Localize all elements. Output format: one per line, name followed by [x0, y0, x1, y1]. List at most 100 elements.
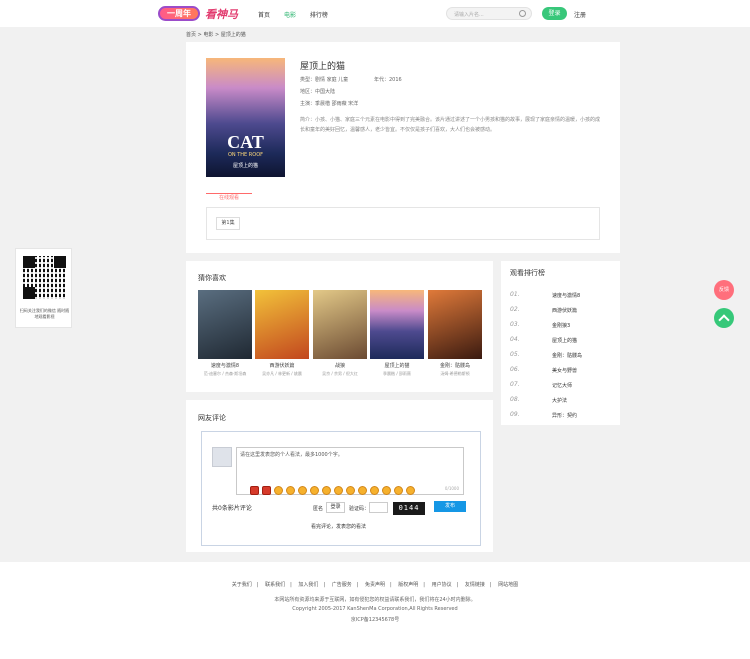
emoji-icon[interactable]	[406, 486, 415, 495]
poster-subtitle-cn: 屋顶上的猫	[232, 163, 258, 169]
movie-actors: 主演：季晨楷 邵雨薇 宋洋	[300, 101, 359, 107]
rank-number: 03.	[510, 321, 520, 328]
guess-item-name[interactable]: 西游伏妖篇	[255, 362, 309, 369]
tab-online-play[interactable]: 在线观看	[206, 193, 252, 202]
poster-subtitle: ON THE ROOF	[227, 152, 264, 158]
rank-name[interactable]: 大护法	[552, 397, 567, 404]
emoji-icon[interactable]	[334, 486, 343, 495]
rank-item[interactable]: 06. 美女与野兽	[510, 366, 610, 381]
footer-link[interactable]: 版权声明	[398, 582, 418, 588]
emoji-icon[interactable]	[346, 486, 355, 495]
rank-title: 观看排行榜	[510, 269, 545, 277]
footer-copyright: Copyright 2005-2017 KanShenMa Corporatio…	[292, 606, 458, 612]
footer-link[interactable]: 用户协议	[432, 582, 452, 588]
comment-placeholder: 请在这里发表您的个人看法，最多1000个字。	[240, 452, 343, 458]
qr-code-finder	[23, 256, 66, 299]
submit-comment-button[interactable]: 发布	[434, 501, 466, 512]
guess-item-name[interactable]: 速度与激情8	[198, 362, 252, 369]
rank-name[interactable]: 屋顶上的猫	[552, 337, 577, 344]
search-icon[interactable]	[519, 10, 526, 17]
emoji-icon[interactable]	[394, 486, 403, 495]
footer-disclaimer: 本网站所有资源均来源于互联网，如有侵犯您的权益请联系我们，我们将在24小时内删除…	[274, 597, 476, 603]
rank-item[interactable]: 07. 记忆大师	[510, 381, 610, 396]
emoji-icon[interactable]	[262, 486, 271, 495]
guess-item[interactable]: 速度与激情8 范·迪塞尔 / 杰森·斯坦森	[198, 290, 252, 377]
guess-item-name[interactable]: 金刚：骷髅岛	[428, 362, 482, 369]
feedback-button[interactable]: 反馈	[714, 280, 734, 300]
emoji-icon[interactable]	[286, 486, 295, 495]
footer-links: 关于我们 | 联系我们 | 加入我们 | 广告服务 | 免责声明 | 版权声明 | 用户协议…	[231, 582, 519, 588]
rank-item[interactable]: 05. 金刚：骷髅岛	[510, 351, 610, 366]
footer-link[interactable]: 关于我们	[232, 582, 252, 588]
guess-item-name[interactable]: 战狼	[313, 362, 367, 369]
rank-name[interactable]: 速度与激情8	[552, 292, 580, 299]
rank-item[interactable]: 02. 西游伏妖篇	[510, 306, 610, 321]
footer-link[interactable]: 免责声明	[365, 582, 385, 588]
emoji-icon[interactable]	[358, 486, 367, 495]
footer-link[interactable]: 网站地图	[498, 582, 518, 588]
comment-count-label: 共0条影片评论	[212, 505, 252, 512]
site-footer: 关于我们 | 联系我们 | 加入我们 | 广告服务 | 免责声明 | 版权声明 | 用户协议…	[0, 562, 750, 659]
guess-item[interactable]: 西游伏妖篇 吴亦凡 / 林更新 / 姚晨	[255, 290, 309, 377]
rank-item[interactable]: 09. 异形：契约	[510, 411, 610, 426]
back-to-top-button[interactable]	[714, 308, 734, 328]
emoji-icon[interactable]	[310, 486, 319, 495]
site-logo[interactable]: 看神马	[205, 6, 238, 22]
footer-link[interactable]: 联系我们	[265, 582, 285, 588]
guess-item-cast: 季晨楷 / 邵雨薇	[383, 371, 411, 376]
movie-area: 地区：中国大陆	[300, 89, 336, 95]
movie-title: 屋顶上的猫	[300, 62, 346, 72]
rank-number: 04.	[510, 336, 520, 343]
emoji-icon[interactable]	[274, 486, 283, 495]
anniversary-badge[interactable]: 一周年	[158, 6, 200, 21]
rank-number: 08.	[510, 396, 520, 403]
rank-name[interactable]: 美女与野兽	[552, 367, 577, 374]
guess-item-name[interactable]: 屋顶上的猫	[370, 362, 424, 369]
rank-item[interactable]: 04. 屋顶上的猫	[510, 336, 610, 351]
nav-item-ranking[interactable]: 排行榜	[310, 12, 328, 19]
guess-poster[interactable]	[370, 290, 424, 359]
login-button[interactable]: 登录	[542, 7, 567, 20]
emoji-icon[interactable]	[382, 486, 391, 495]
guess-poster[interactable]	[313, 290, 367, 359]
nav-item-home[interactable]: 首页	[258, 12, 270, 19]
rank-item[interactable]: 01. 速度与激情8	[510, 291, 610, 306]
footer-link[interactable]: 广告服务	[332, 582, 352, 588]
captcha-input[interactable]	[369, 502, 388, 513]
qr-card: 扫码关注我们的微信 随时随地观看影视	[15, 248, 72, 328]
guess-item-cast: 汤姆·希德勒斯顿	[440, 371, 470, 376]
rank-name[interactable]: 记忆大师	[552, 382, 572, 389]
nav-item-movies[interactable]: 电影	[284, 12, 296, 19]
emoji-icon[interactable]	[370, 486, 379, 495]
guess-poster[interactable]	[255, 290, 309, 359]
rank-name[interactable]: 异形：契约	[552, 412, 577, 419]
guess-poster[interactable]	[198, 290, 252, 359]
footer-link[interactable]: 友情链接	[465, 582, 485, 588]
footer-icp: 京ICP备12345678号	[350, 617, 400, 623]
emoji-icon[interactable]	[298, 486, 307, 495]
rank-name[interactable]: 金刚：骷髅岛	[552, 352, 582, 359]
guess-item[interactable]: 战狼 吴京 / 余男 / 倪大红	[313, 290, 367, 377]
rank-item[interactable]: 08. 大护法	[510, 396, 610, 411]
rank-number: 01.	[510, 291, 520, 298]
rank-item[interactable]: 03. 金刚狼3	[510, 321, 610, 336]
poster-title: CAT	[227, 132, 264, 152]
captcha-image[interactable]: 0144	[393, 502, 425, 515]
anonymous-label: 匿名	[313, 506, 324, 512]
comment-login-button[interactable]: 登录	[326, 502, 345, 513]
register-link[interactable]: 注册	[574, 10, 586, 19]
breadcrumb: 首页 > 电影 > 屋顶上的猫	[186, 32, 246, 38]
rank-name[interactable]: 西游伏妖篇	[552, 307, 577, 314]
site-header: 一周年 看神马 首页 电影 排行榜 请输入片名... 登录 注册	[0, 0, 750, 27]
footer-link[interactable]: 加入我们	[298, 582, 318, 588]
guess-poster[interactable]	[428, 290, 482, 359]
episode-button[interactable]: 第1集	[216, 217, 240, 230]
emoji-icon[interactable]	[250, 486, 259, 495]
emoji-bar	[250, 486, 418, 498]
guess-item-cast: 吴京 / 余男 / 倪大红	[322, 371, 358, 376]
search-input[interactable]: 请输入片名...	[446, 7, 532, 20]
guess-item[interactable]: 金刚：骷髅岛 汤姆·希德勒斯顿	[428, 290, 482, 377]
emoji-icon[interactable]	[322, 486, 331, 495]
guess-item[interactable]: 屋顶上的猫 季晨楷 / 邵雨薇	[370, 290, 424, 377]
rank-name[interactable]: 金刚狼3	[552, 322, 570, 329]
